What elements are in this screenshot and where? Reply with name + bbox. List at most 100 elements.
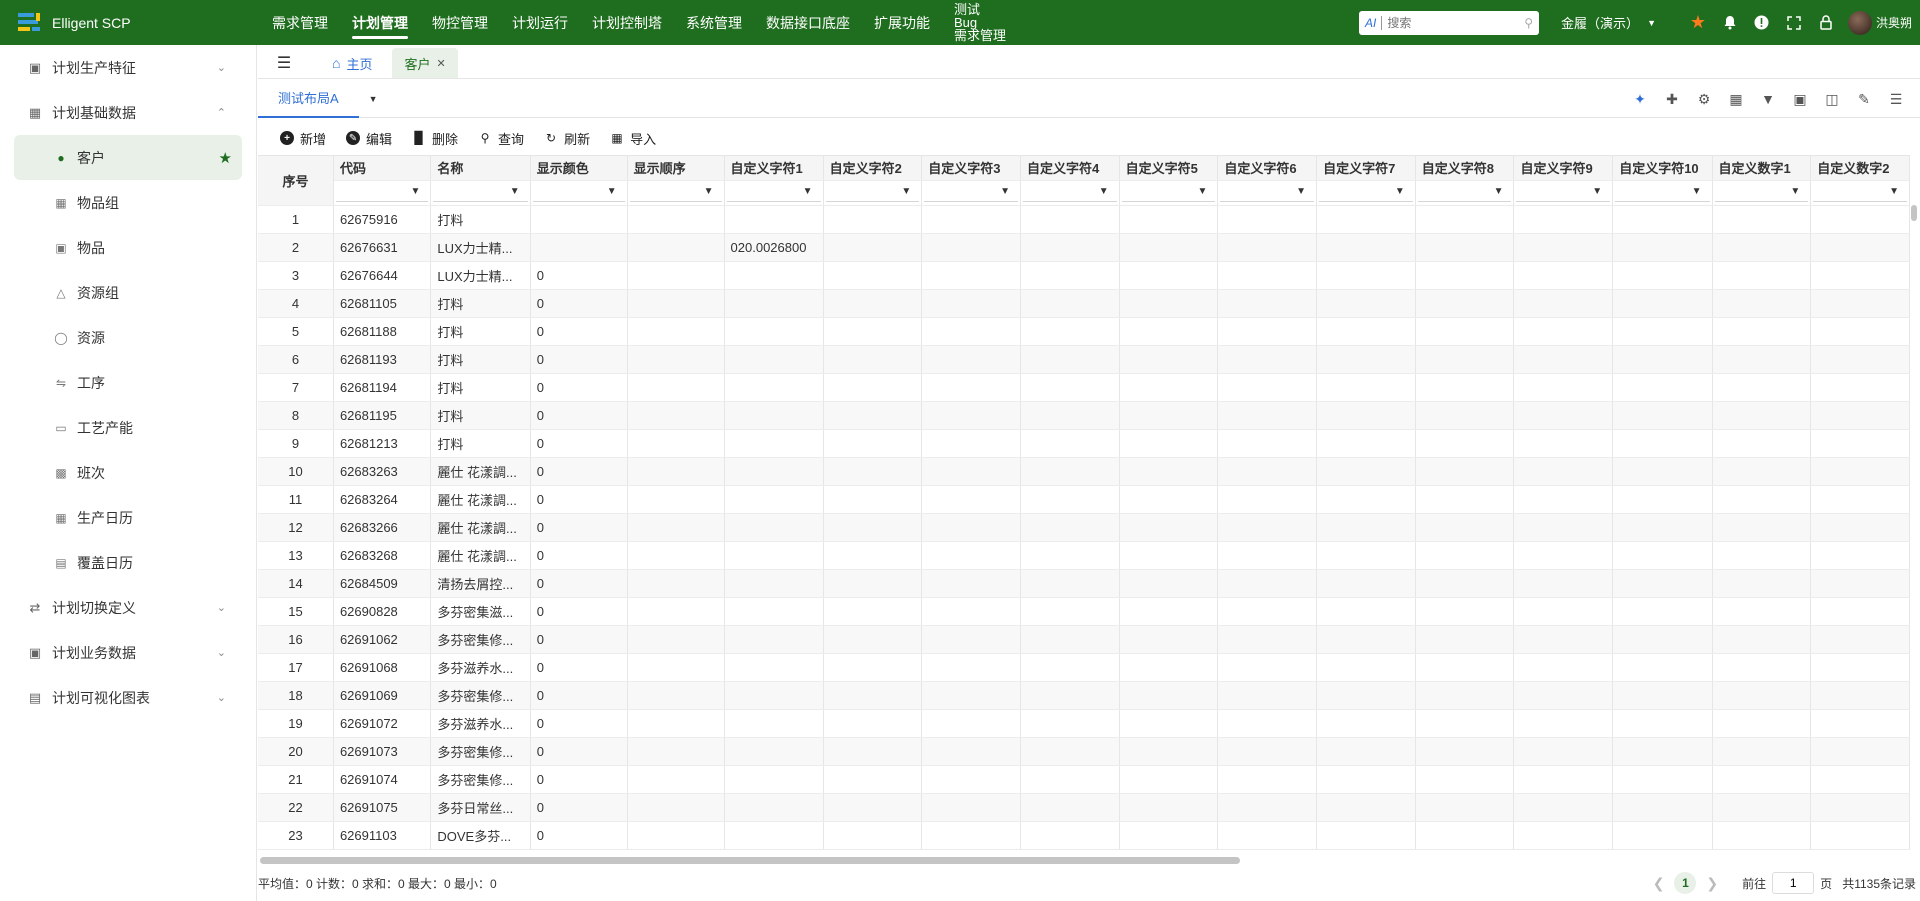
table-cell[interactable] xyxy=(1712,821,1812,850)
table-cell[interactable]: 打料 xyxy=(430,345,531,374)
table-cell[interactable] xyxy=(823,373,923,402)
table-cell[interactable] xyxy=(1415,709,1515,738)
filter-icon[interactable]: ▼ xyxy=(704,186,714,197)
nav-plan-run[interactable]: 计划运行 xyxy=(500,0,580,45)
lock-icon[interactable] xyxy=(1810,0,1842,45)
table-cell[interactable] xyxy=(724,345,824,374)
sidebar-group-plan-business[interactable]: ▣ 计划业务数据 ⌄ xyxy=(0,630,256,675)
table-cell[interactable] xyxy=(1712,401,1812,430)
table-cell[interactable] xyxy=(1020,653,1120,682)
table-cell[interactable]: LUX力士精... xyxy=(430,233,531,262)
filter-input[interactable]: ▼ xyxy=(532,184,625,202)
goto-page-input[interactable] xyxy=(1772,872,1815,894)
scrollbar-thumb[interactable] xyxy=(1911,205,1917,221)
table-cell[interactable] xyxy=(1217,765,1318,794)
table-cell[interactable] xyxy=(1217,821,1318,850)
table-cell[interactable] xyxy=(1810,625,1910,654)
table-cell[interactable] xyxy=(1712,261,1812,290)
table-cell[interactable] xyxy=(1415,401,1515,430)
table-cell[interactable] xyxy=(1119,653,1219,682)
table-cell[interactable] xyxy=(1612,485,1713,514)
table-row[interactable]: 20 62691073 多芬密集修... 0 xyxy=(258,737,1910,766)
table-cell[interactable] xyxy=(921,765,1021,794)
table-row[interactable]: 19 62691072 多芬滋养水... 0 xyxy=(258,709,1910,738)
filter-input[interactable]: ▼ xyxy=(1615,184,1710,202)
table-cell[interactable]: 打料 xyxy=(430,401,531,430)
table-cell[interactable] xyxy=(823,401,923,430)
filter-input[interactable]: ▼ xyxy=(1319,184,1413,202)
brand[interactable]: Elligent SCP xyxy=(0,10,260,36)
table-cell[interactable] xyxy=(1612,709,1713,738)
column-header[interactable]: 自定义数字1 xyxy=(1712,156,1812,181)
prev-page-icon[interactable]: ❮ xyxy=(1653,875,1665,892)
filter-input[interactable]: ▼ xyxy=(825,184,920,202)
table-cell[interactable] xyxy=(1712,233,1812,262)
table-cell[interactable] xyxy=(724,485,824,514)
table-cell[interactable] xyxy=(823,541,923,570)
table-cell[interactable] xyxy=(1712,205,1812,234)
table-cell[interactable] xyxy=(1415,485,1515,514)
table-cell[interactable]: 4 xyxy=(258,289,334,318)
table-cell[interactable]: 打料 xyxy=(430,317,531,346)
table-cell[interactable] xyxy=(1217,429,1318,458)
table-cell[interactable]: 多芬滋养水... xyxy=(430,653,531,682)
column-header[interactable]: 序号 xyxy=(258,156,334,206)
table-cell[interactable]: DOVE多芬... xyxy=(430,821,531,850)
table-cell[interactable] xyxy=(823,233,923,262)
table-cell[interactable] xyxy=(1316,793,1416,822)
sidebar-group-plan-charts[interactable]: ▤ 计划可视化图表 ⌄ xyxy=(0,675,256,720)
filter-icon[interactable]: ▼ xyxy=(510,186,520,197)
table-cell[interactable] xyxy=(921,429,1021,458)
table-cell[interactable]: 17 xyxy=(258,653,334,682)
table-cell[interactable] xyxy=(1316,765,1416,794)
table-cell[interactable] xyxy=(1513,429,1614,458)
delete-button[interactable]: ▉ 删除 xyxy=(412,129,458,148)
table-cell[interactable] xyxy=(823,345,923,374)
table-cell[interactable]: 0 xyxy=(530,625,628,654)
table-cell[interactable] xyxy=(1415,737,1515,766)
table-cell[interactable] xyxy=(823,205,923,234)
table-cell[interactable] xyxy=(1316,681,1416,710)
table-cell[interactable] xyxy=(1119,513,1219,542)
table-cell[interactable] xyxy=(1712,317,1812,346)
table-cell[interactable]: 62691062 xyxy=(333,625,432,654)
table-cell[interactable] xyxy=(1316,457,1416,486)
table-cell[interactable] xyxy=(1415,429,1515,458)
table-cell[interactable]: 0 xyxy=(530,457,628,486)
excel-icon[interactable]: ◫ xyxy=(1816,80,1848,118)
table-cell[interactable] xyxy=(1119,289,1219,318)
table-cell[interactable] xyxy=(921,569,1021,598)
table-cell[interactable] xyxy=(1712,625,1812,654)
table-cell[interactable] xyxy=(1810,765,1910,794)
table-cell[interactable] xyxy=(627,597,725,626)
table-cell[interactable] xyxy=(627,681,725,710)
table-cell[interactable]: 62691074 xyxy=(333,765,432,794)
table-cell[interactable]: 21 xyxy=(258,765,334,794)
table-cell[interactable] xyxy=(1316,429,1416,458)
table-cell[interactable]: 62690828 xyxy=(333,597,432,626)
table-cell[interactable] xyxy=(1810,709,1910,738)
table-cell[interactable] xyxy=(1020,569,1120,598)
table-row[interactable]: 5 62681188 打料 0 xyxy=(258,317,1910,346)
table-cell[interactable] xyxy=(1316,317,1416,346)
table-cell[interactable] xyxy=(1612,373,1713,402)
table-cell[interactable] xyxy=(1119,541,1219,570)
table-cell[interactable] xyxy=(1020,317,1120,346)
column-header[interactable]: 自定义字符10 xyxy=(1612,156,1713,181)
table-cell[interactable] xyxy=(1415,821,1515,850)
table-cell[interactable] xyxy=(1217,233,1318,262)
table-cell[interactable]: 0 xyxy=(530,709,628,738)
table-cell[interactable] xyxy=(627,317,725,346)
filter-icon[interactable]: ▼ xyxy=(901,186,911,197)
table-cell[interactable] xyxy=(1513,737,1614,766)
table-cell[interactable] xyxy=(724,653,824,682)
favorite-star-icon[interactable]: ★ xyxy=(219,149,232,167)
table-cell[interactable] xyxy=(921,401,1021,430)
column-filter[interactable]: ▼ xyxy=(724,180,824,206)
table-cell[interactable]: 麗仕 花漾調... xyxy=(430,513,531,542)
table-row[interactable]: 14 62684509 清扬去屑控... 0 xyxy=(258,569,1910,598)
table-cell[interactable] xyxy=(1217,541,1318,570)
search-input[interactable] xyxy=(1387,15,1525,30)
table-cell[interactable] xyxy=(1020,541,1120,570)
table-cell[interactable] xyxy=(1810,597,1910,626)
